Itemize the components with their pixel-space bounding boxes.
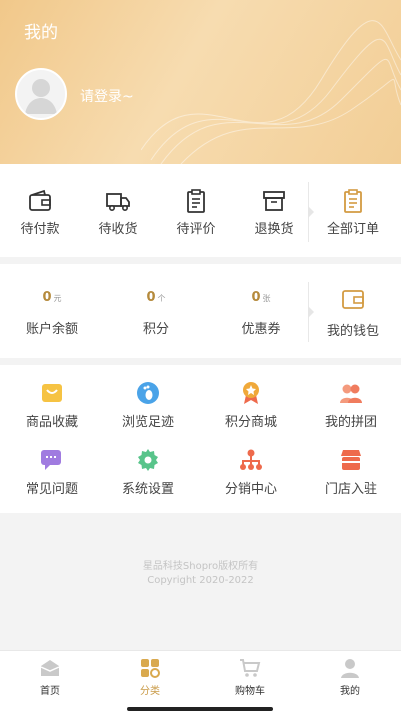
coupons-label: 优惠券: [241, 322, 281, 337]
order-pending-receipt[interactable]: 待收货: [78, 188, 158, 237]
order-pending-receipt-label: 待收货: [98, 222, 138, 237]
wallet-section: 0元 账户余额 0个 积分 0张 优惠券 我的钱包: [0, 264, 401, 358]
settings-gear-icon: [138, 449, 158, 471]
points[interactable]: 0个 积分: [116, 290, 196, 337]
copyright-footer: 星品科技Shopro版权所有 Copyright 2020-2022: [0, 560, 401, 588]
coupons-unit: 张: [262, 294, 271, 303]
balance-value-row: 0元: [12, 290, 92, 310]
tool-favorites[interactable]: 商品收藏: [12, 381, 92, 430]
footprint-icon: [137, 382, 159, 404]
order-pending-payment[interactable]: 待付款: [0, 188, 80, 237]
tab-category-label: 分类: [140, 686, 160, 697]
tool-distribution[interactable]: 分销中心: [211, 448, 291, 497]
points-value-row: 0个: [116, 290, 196, 310]
wallet-icon: [29, 189, 51, 211]
tool-settings[interactable]: 系统设置: [108, 448, 188, 497]
distribution-icon: [240, 449, 262, 470]
login-link[interactable]: 请登录~: [80, 86, 134, 106]
tool-faq-label: 常见问题: [25, 482, 78, 497]
user-icon: [341, 659, 359, 678]
order-return-label: 退换货: [254, 222, 294, 237]
tab-profile-label: 我的: [340, 686, 360, 697]
home-indicator: [127, 707, 273, 711]
copyright-line-2: Copyright 2020-2022: [147, 575, 254, 586]
tab-cart-label: 购物车: [235, 686, 265, 697]
tool-distribution-label: 分销中心: [224, 482, 277, 497]
store-icon: [341, 450, 361, 470]
all-orders-label: 全部订单: [326, 222, 379, 237]
tool-faq[interactable]: 常见问题: [12, 448, 92, 497]
my-wallet-label: 我的钱包: [326, 324, 379, 339]
order-pending-review-label: 待评价: [176, 222, 216, 237]
orders-list-icon: [344, 189, 362, 213]
clipboard-icon: [187, 189, 205, 213]
category-icon: [141, 659, 160, 678]
cart-icon: [240, 659, 261, 677]
tool-footprint-label: 浏览足迹: [121, 415, 174, 430]
all-orders-button[interactable]: 全部订单: [313, 188, 393, 237]
my-wallet-button[interactable]: 我的钱包: [313, 286, 393, 339]
group-icon: [340, 384, 362, 403]
balance-unit: 元: [53, 294, 62, 303]
tool-my-group[interactable]: 我的拼团: [311, 381, 391, 430]
tab-cart[interactable]: 购物车: [200, 657, 300, 697]
tool-my-group-label: 我的拼团: [324, 415, 377, 430]
default-user-icon: [25, 79, 57, 114]
tools-section: 商品收藏 浏览足迹 积分商城 我的拼团 常见问题 系统设置 分销中心 门店入驻: [0, 365, 401, 513]
order-pending-payment-label: 待付款: [20, 222, 60, 237]
favorites-bag-icon: [42, 384, 62, 402]
account-balance[interactable]: 0元 账户余额: [12, 290, 92, 337]
order-pending-review[interactable]: 待评价: [156, 188, 236, 237]
orders-section: 待付款 待收货 待评价 退换货 全部订单: [0, 164, 401, 257]
coupons-value-row: 0张: [221, 290, 301, 310]
tab-profile[interactable]: 我的: [300, 657, 400, 697]
tool-store-join[interactable]: 门店入驻: [311, 448, 391, 497]
tool-favorites-label: 商品收藏: [25, 415, 78, 430]
faq-chat-icon: [41, 450, 61, 470]
box-icon: [263, 191, 285, 211]
balance-label: 账户余额: [25, 322, 78, 337]
truck-icon: [106, 193, 130, 211]
tab-home-label: 首页: [40, 686, 60, 697]
points-label: 积分: [142, 322, 169, 337]
tab-home[interactable]: 首页: [0, 657, 100, 697]
wallet-icon: [342, 290, 364, 309]
points-unit: 个: [157, 294, 166, 303]
coupons-value: 0: [251, 290, 261, 305]
avatar[interactable]: [15, 68, 67, 120]
copyright-line-1: 星品科技Shopro版权所有: [142, 561, 259, 572]
tool-points-mall[interactable]: 积分商城: [211, 381, 291, 430]
balance-value: 0: [42, 290, 52, 305]
page-title: 我的: [24, 23, 58, 43]
profile-header: 我的 请登录~: [0, 0, 401, 164]
header-wave-decoration: [141, 20, 401, 164]
tab-category[interactable]: 分类: [100, 657, 200, 697]
tool-footprint[interactable]: 浏览足迹: [108, 381, 188, 430]
tool-settings-label: 系统设置: [121, 482, 174, 497]
order-return[interactable]: 退换货: [234, 188, 314, 237]
medal-icon: [243, 382, 259, 404]
tool-points-mall-label: 积分商城: [224, 415, 277, 430]
tool-store-join-label: 门店入驻: [324, 482, 377, 497]
home-icon: [40, 660, 60, 676]
coupons[interactable]: 0张 优惠券: [221, 290, 301, 337]
points-value: 0: [146, 290, 156, 305]
